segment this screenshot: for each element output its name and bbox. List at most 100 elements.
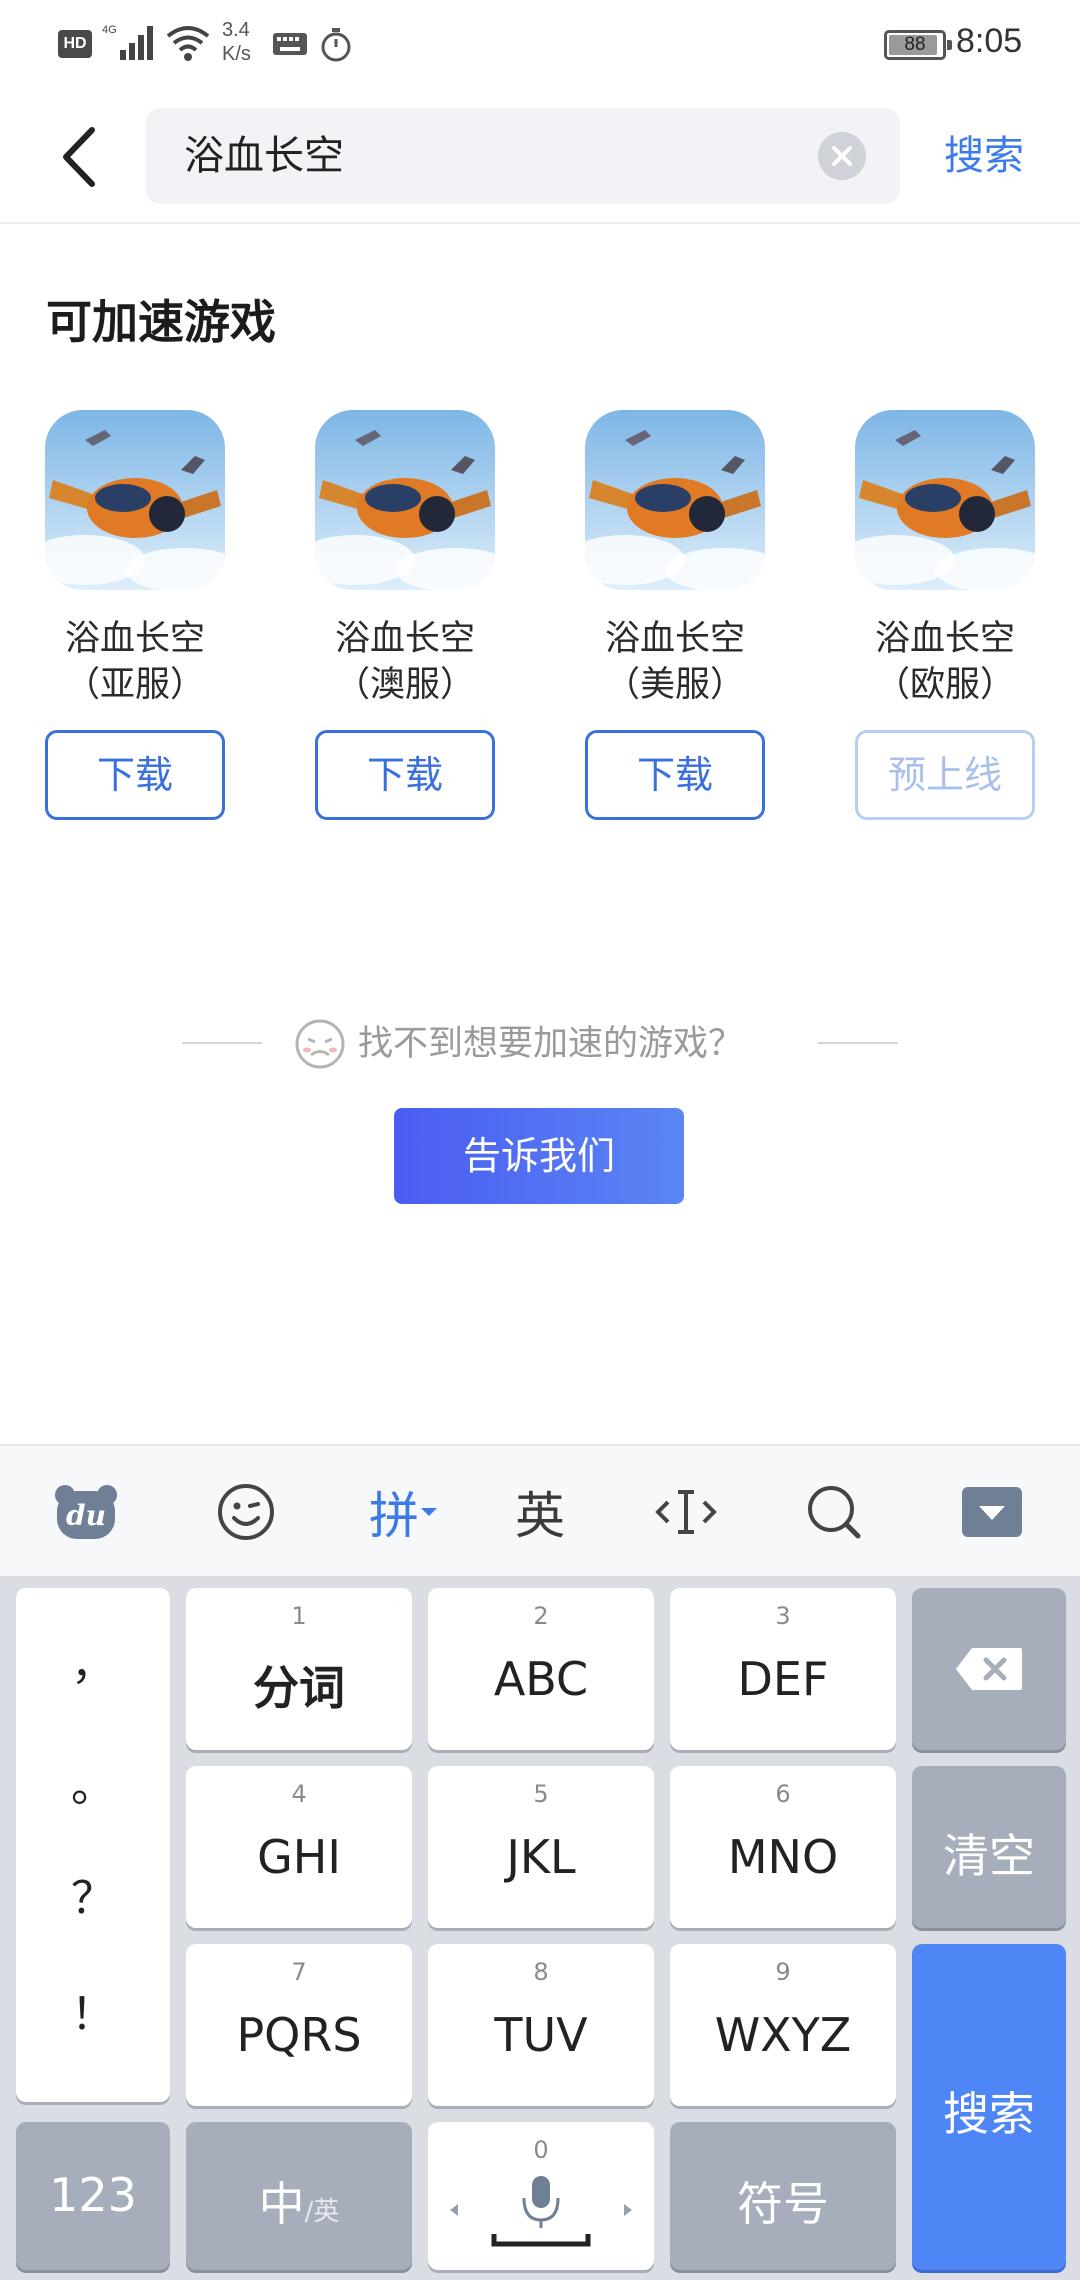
period-key[interactable]: 。 [16, 1750, 170, 1814]
english-label: 英 [515, 1487, 565, 1545]
question-key[interactable]: ？ [16, 1862, 170, 1926]
key-4[interactable]: 4 GHI [186, 1766, 412, 1928]
emoji-icon[interactable] [206, 1446, 286, 1578]
speed-unit: K/s [222, 43, 251, 65]
cursor-icon[interactable] [646, 1446, 726, 1578]
comma-key[interactable]: ， [16, 1628, 170, 1692]
key-1[interactable]: 1 分词 [186, 1588, 412, 1750]
number-mode-label: 123 [49, 2168, 137, 2222]
search-header: 浴血长空 搜索 [0, 92, 1080, 224]
download-button[interactable]: 下载 [315, 730, 495, 820]
game-name: 浴血长空 [874, 619, 1015, 659]
key-2[interactable]: 2 ABC [428, 1588, 654, 1750]
section-title: 可加速游戏 [46, 295, 276, 349]
clear-icon[interactable] [818, 132, 866, 180]
search-key-label: 搜索 [943, 2087, 1035, 2141]
game-card[interactable]: 浴血长空 （欧服） 预上线 [835, 410, 1055, 820]
key-number: 3 [775, 1602, 791, 1630]
key-label: TUV [494, 2008, 588, 2062]
key-8[interactable]: 8 TUV [428, 1944, 654, 2106]
game-icon[interactable] [835, 410, 1055, 592]
game-icon[interactable] [565, 410, 785, 592]
back-arrow-icon[interactable] [50, 122, 110, 192]
download-button[interactable]: 下载 [45, 730, 225, 820]
key-label: 分词 [253, 1661, 345, 1715]
exclamation-key[interactable]: ！ [16, 1978, 170, 2042]
game-server: （亚服） [64, 665, 205, 705]
speed-value: 3.4 [222, 19, 250, 41]
game-card[interactable]: 浴血长空 （美服） 下载 [565, 410, 785, 820]
symbols-label: 符号 [737, 2177, 829, 2231]
pinyin-label: 拼 [369, 1487, 419, 1545]
game-list: 浴血长空 （亚服） 下载 浴血长空 （澳服） 下载 浴血长空 （美服） 下载 浴… [0, 410, 1080, 830]
search-query[interactable]: 浴血长空 [184, 108, 344, 204]
key-number: 4 [291, 1780, 307, 1808]
cellular-signal-icon: 4G [102, 24, 153, 60]
search-input[interactable]: 浴血长空 [146, 108, 900, 204]
game-card[interactable]: 浴血长空 （澳服） 下载 [295, 410, 515, 820]
game-name: 浴血长空 [604, 619, 745, 659]
key-number: 6 [775, 1780, 791, 1808]
keyboard: ， 。 ？ ！ 1 分词 2 ABC 3 DEF 4 GHI 5 JKL 6 M… [0, 1576, 1080, 2280]
hd-indicator: HD [58, 30, 92, 58]
game-icon[interactable] [295, 410, 515, 592]
battery-indicator: 88 [884, 30, 952, 60]
space-voice-key[interactable]: 0 [428, 2122, 654, 2270]
battery-level: 88 [904, 34, 926, 55]
key-7[interactable]: 7 PQRS [186, 1944, 412, 2106]
key-number: 1 [291, 1602, 307, 1630]
number-mode-key[interactable]: 123 [16, 2122, 170, 2270]
key-number: 7 [291, 1958, 307, 1986]
key-number: 9 [775, 1958, 791, 1986]
key-number: 5 [533, 1780, 549, 1808]
wifi-icon [166, 26, 210, 61]
key-label: PQRS [236, 2008, 362, 2062]
key-3[interactable]: 3 DEF [670, 1588, 896, 1750]
microphone-icon [450, 2176, 632, 2247]
collapse-keyboard-icon[interactable] [952, 1446, 1032, 1578]
keyboard-toolbar: du 拼 英 [0, 1444, 1080, 1576]
clock: 8:05 [956, 22, 1023, 60]
key-label: WXYZ [714, 2008, 852, 2062]
punctuation-column[interactable]: ， 。 ？ ！ [16, 1588, 170, 2102]
language-switch-key[interactable]: 中/英 [186, 2122, 412, 2270]
key-label: DEF [737, 1652, 829, 1706]
game-name: 浴血长空 [334, 619, 475, 659]
du-logo-icon[interactable]: du [44, 1446, 128, 1578]
game-card[interactable]: 浴血长空 （亚服） 下载 [25, 410, 245, 820]
search-button[interactable]: 搜索 [944, 126, 1024, 186]
game-name: 浴血长空 [64, 619, 205, 659]
pinyin-mode-tab[interactable]: 拼 [354, 1446, 454, 1578]
dropdown-icon [421, 1508, 437, 1516]
clear-label: 清空 [943, 1829, 1035, 1883]
game-server: （澳服） [334, 665, 475, 705]
tell-us-button[interactable]: 告诉我们 [394, 1108, 684, 1204]
key-number: 8 [533, 1958, 549, 1986]
clear-key[interactable]: 清空 [912, 1766, 1066, 1928]
game-icon[interactable] [25, 410, 245, 592]
key-number: 2 [533, 1602, 549, 1630]
key-number: 0 [533, 2136, 549, 2164]
search-icon[interactable] [794, 1446, 874, 1578]
game-server: （欧服） [874, 665, 1015, 705]
preregister-button[interactable]: 预上线 [855, 730, 1035, 820]
backspace-key[interactable] [912, 1588, 1066, 1750]
english-mode-tab[interactable]: 英 [500, 1446, 580, 1578]
backspace-icon [956, 1648, 1022, 1690]
lang-main-label: 中 [258, 2177, 305, 2231]
divider-left [182, 1042, 262, 1044]
symbols-key[interactable]: 符号 [670, 2122, 896, 2270]
status-bar: HD 4G 3.4 K/s 88 8:05 [0, 0, 1080, 92]
divider-right [818, 1042, 898, 1044]
game-server: （美服） [604, 665, 745, 705]
key-5[interactable]: 5 JKL [428, 1766, 654, 1928]
search-key[interactable]: 搜索 [912, 1944, 1066, 2270]
sad-face-icon [295, 1019, 345, 1069]
language-switch-label: 中/英 [186, 2168, 412, 2234]
key-9[interactable]: 9 WXYZ [670, 1944, 896, 2106]
download-button[interactable]: 下载 [585, 730, 765, 820]
key-6[interactable]: 6 MNO [670, 1766, 896, 1928]
keyboard-indicator-icon [273, 33, 307, 55]
feedback-prompt: 找不到想要加速的游戏？ [358, 1024, 744, 1064]
key-label: ABC [493, 1652, 589, 1706]
